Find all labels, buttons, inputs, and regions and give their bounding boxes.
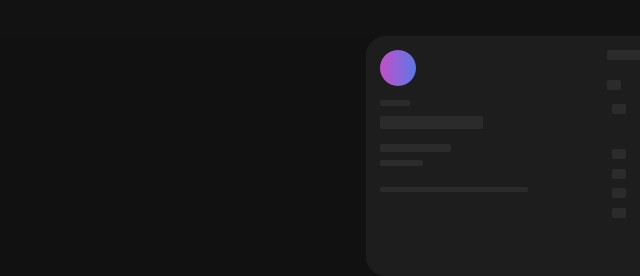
skeleton-meta (380, 160, 423, 166)
skeleton-label (380, 100, 410, 106)
skeleton-side-item (612, 149, 626, 159)
skeleton-side-item (612, 169, 626, 179)
skeleton-side-item (612, 104, 626, 114)
avatar[interactable] (380, 50, 416, 86)
skeleton-side-item (612, 208, 626, 218)
skeleton-subtitle (380, 144, 451, 152)
skeleton-name (380, 116, 483, 129)
skeleton-side-item (612, 188, 626, 198)
top-band (0, 0, 640, 36)
skeleton-side-header (607, 50, 640, 60)
skeleton-description (380, 187, 528, 192)
skeleton-side-item (607, 80, 621, 90)
profile-card (366, 36, 640, 276)
